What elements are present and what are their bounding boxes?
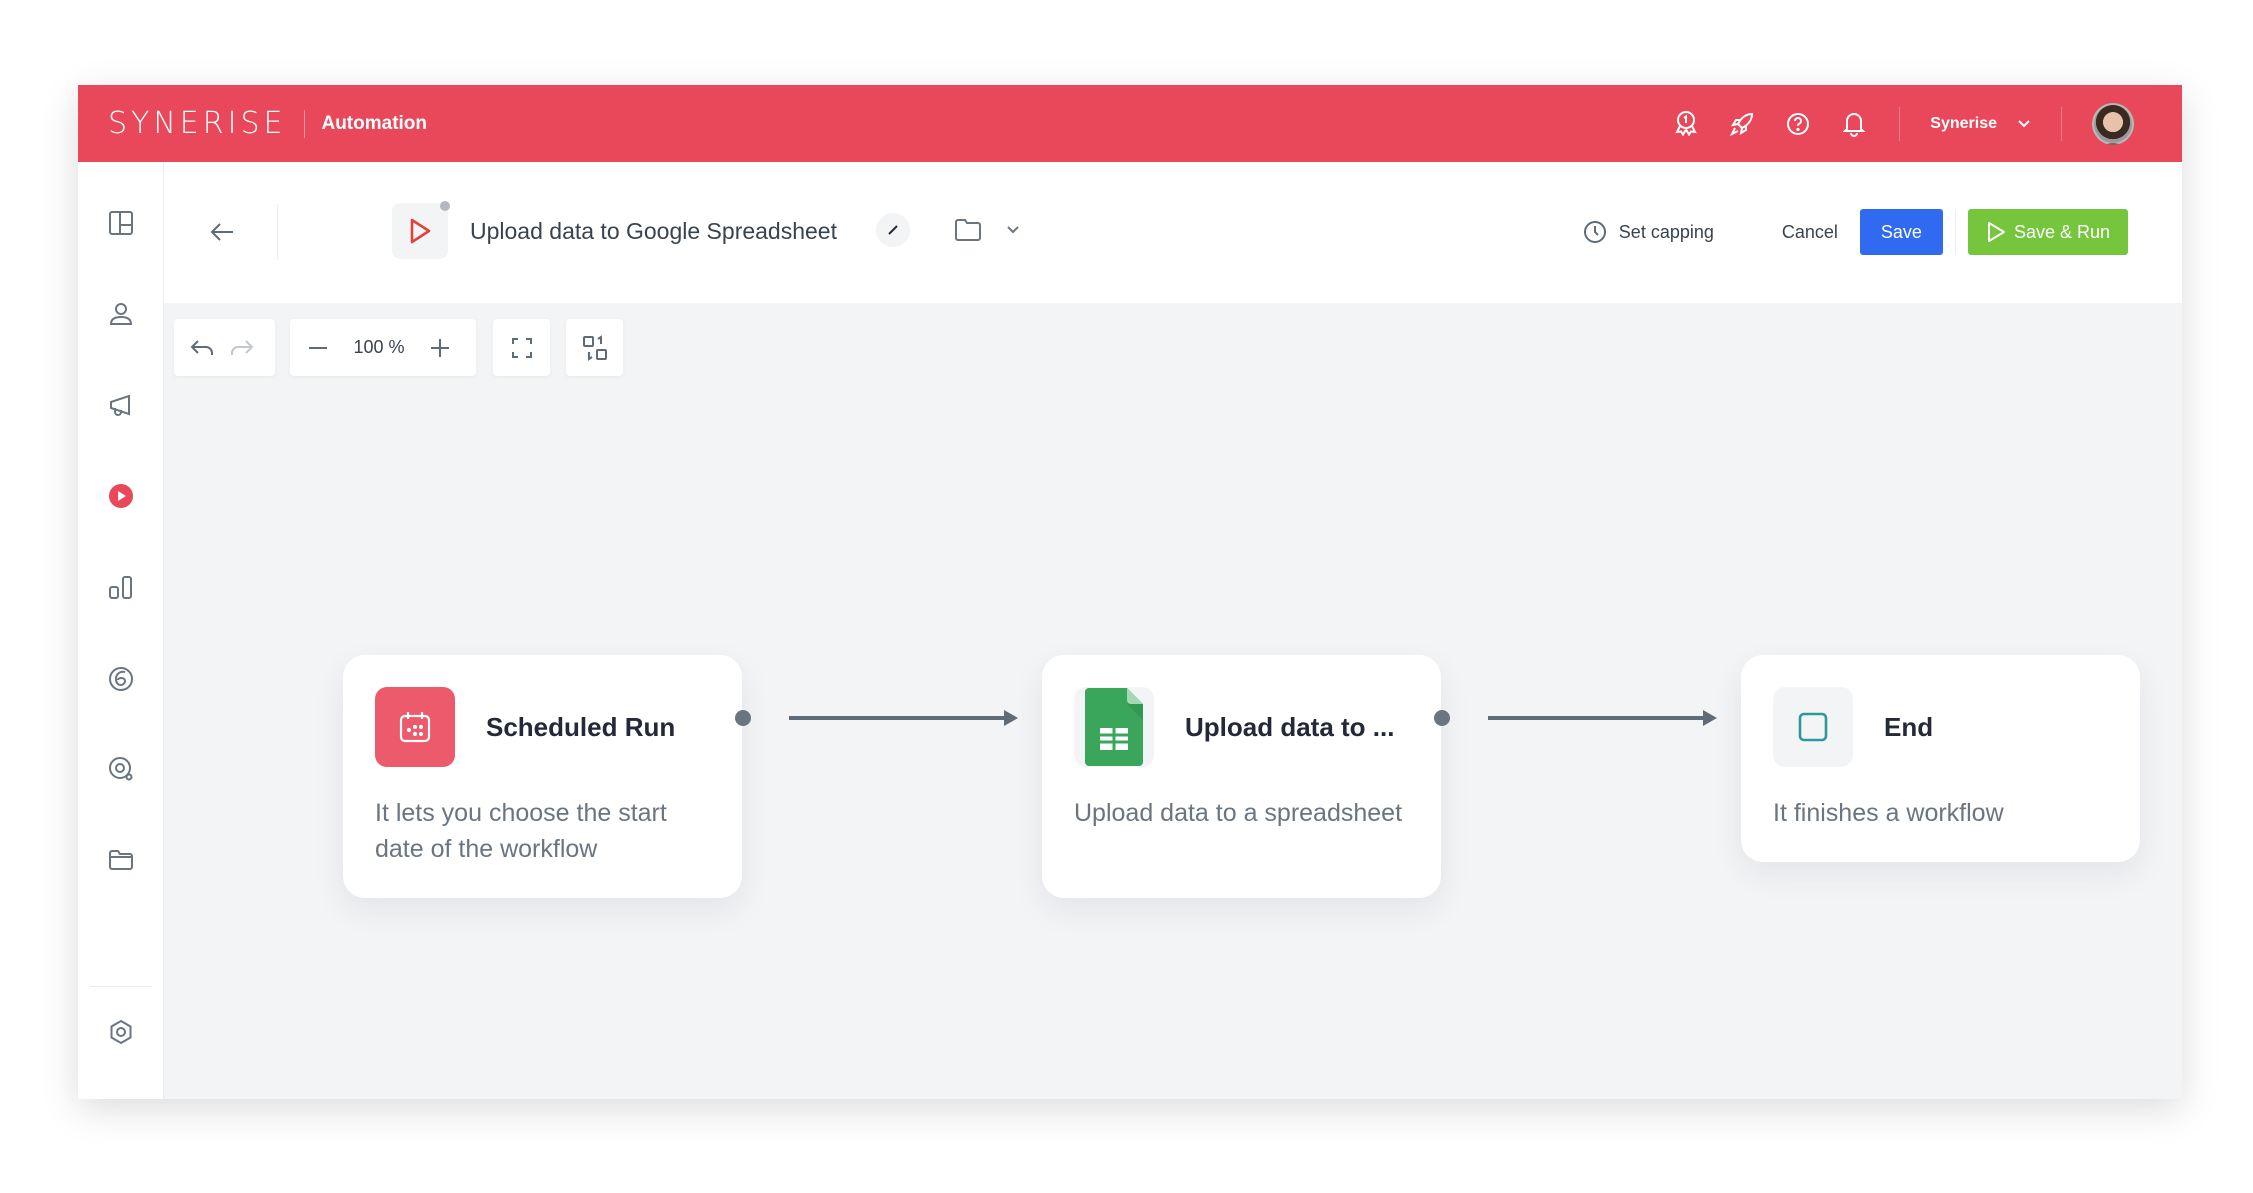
cancel-button[interactable]: Cancel — [1782, 222, 1838, 243]
sidebar-item-ai[interactable] — [78, 655, 164, 703]
sidebar-item-analytics[interactable] — [78, 563, 164, 611]
node-upload-google-sheet[interactable]: Upload data to ... Upload data to a spre… — [1042, 655, 1441, 898]
swap-layout-button[interactable] — [566, 319, 623, 376]
connection-arrow[interactable] — [789, 710, 1018, 726]
swap-icon — [582, 334, 607, 361]
node-title: Upload data to ... — [1185, 712, 1395, 742]
node-scheduled-run[interactable]: Scheduled Run It lets you choose the sta… — [343, 655, 742, 898]
chevron-down-icon — [1007, 226, 1019, 234]
bar-chart-icon — [109, 576, 132, 599]
zoom-in-button[interactable] — [420, 328, 460, 368]
history-controls — [174, 319, 275, 376]
output-port[interactable] — [1434, 710, 1450, 726]
play-icon — [410, 218, 431, 244]
bell-icon[interactable] — [1839, 109, 1869, 139]
top-bar: SYNERISE Automation Synerise — [78, 85, 2182, 162]
award-icon[interactable] — [1671, 109, 1701, 139]
chevron-down-icon — [2018, 119, 2030, 127]
stop-square-icon — [1773, 687, 1853, 767]
workflow-title: Upload data to Google Spreadsheet — [470, 218, 837, 244]
megaphone-icon — [110, 394, 130, 416]
output-port[interactable] — [735, 710, 751, 726]
folder-icon — [109, 850, 133, 870]
node-description: It lets you choose the start date of the… — [375, 799, 667, 863]
node-end[interactable]: End It finishes a workflow — [1741, 655, 2140, 862]
plus-icon — [431, 338, 449, 357]
sidebar-divider — [90, 986, 152, 987]
google-sheets-icon — [1074, 687, 1154, 767]
help-icon[interactable] — [1783, 109, 1813, 139]
user-icon — [109, 303, 133, 325]
workspace-switcher[interactable]: Synerise — [1930, 115, 2031, 133]
divider — [2061, 106, 2062, 141]
connection-arrow[interactable] — [1488, 710, 1717, 726]
sidebar-item-dashboard[interactable] — [78, 199, 164, 247]
app-name: Automation — [321, 112, 428, 134]
minus-icon — [309, 346, 327, 349]
undo-button[interactable] — [182, 328, 222, 368]
search-icon — [109, 757, 133, 781]
play-circle-icon — [109, 484, 133, 508]
set-capping-button[interactable]: Set capping — [1583, 220, 1714, 244]
folder-selector[interactable] — [954, 212, 1020, 248]
layout-icon — [109, 211, 133, 235]
calendar-icon — [375, 687, 455, 767]
topbar-actions: Synerise — [1645, 85, 2134, 162]
folder-icon — [955, 219, 981, 241]
redo-icon — [231, 339, 254, 355]
save-button[interactable]: Save — [1859, 209, 1943, 255]
save-and-run-button[interactable]: Save & Run — [1967, 209, 2128, 255]
rocket-icon[interactable] — [1727, 109, 1757, 139]
sidebar-item-search[interactable] — [78, 745, 164, 793]
undo-icon — [190, 339, 213, 355]
sidebar-item-assets[interactable] — [78, 836, 164, 884]
app-window: SYNERISE Automation Synerise Upload data… — [78, 85, 2182, 1099]
node-title: End — [1884, 712, 1934, 742]
divider — [277, 204, 278, 260]
edit-title-button[interactable] — [876, 213, 910, 247]
node-description: Upload data to a spreadsheet — [1074, 799, 1403, 827]
node-description: It finishes a workflow — [1773, 799, 2004, 827]
sidebar-item-profiles[interactable] — [78, 290, 164, 338]
divider — [1954, 209, 1956, 255]
sidebar-item-settings[interactable] — [78, 1008, 164, 1056]
workspace-name: Synerise — [1930, 114, 1997, 132]
zoom-controls: 100 % — [290, 319, 476, 376]
user-avatar[interactable] — [2092, 102, 2134, 145]
back-button[interactable] — [204, 214, 240, 250]
pencil-icon — [888, 225, 898, 235]
fit-screen-button[interactable] — [493, 319, 550, 376]
set-capping-label: Set capping — [1618, 221, 1714, 242]
node-title: Scheduled Run — [486, 712, 676, 742]
play-icon — [1987, 222, 2005, 242]
workflow-header: Upload data to Google Spreadsheet Set ca… — [164, 162, 2182, 303]
redo-button[interactable] — [222, 328, 262, 368]
fullscreen-icon — [511, 337, 532, 358]
workflow-canvas[interactable]: 100 % Scheduled Run It lets you choose t… — [164, 303, 2182, 1099]
zoom-level: 100 % — [353, 337, 405, 357]
sidebar-item-campaigns[interactable] — [78, 381, 164, 429]
header-actions: Set capping Cancel Save Save & Run — [1583, 209, 2128, 255]
workflow-type-icon — [392, 201, 450, 259]
status-dot — [440, 201, 450, 211]
logo-divider — [304, 109, 306, 138]
zoom-out-button[interactable] — [298, 328, 338, 368]
sidebar-item-automation[interactable] — [78, 472, 164, 520]
divider — [1899, 106, 1901, 141]
sidebar — [78, 162, 164, 1099]
clock-icon — [1583, 221, 1606, 243]
swirl-icon — [109, 667, 133, 691]
synerise-logo[interactable]: SYNERISE — [108, 106, 286, 141]
arrow-left-icon — [210, 223, 233, 241]
save-and-run-label: Save & Run — [2013, 221, 2110, 242]
settings-icon — [110, 1019, 132, 1045]
